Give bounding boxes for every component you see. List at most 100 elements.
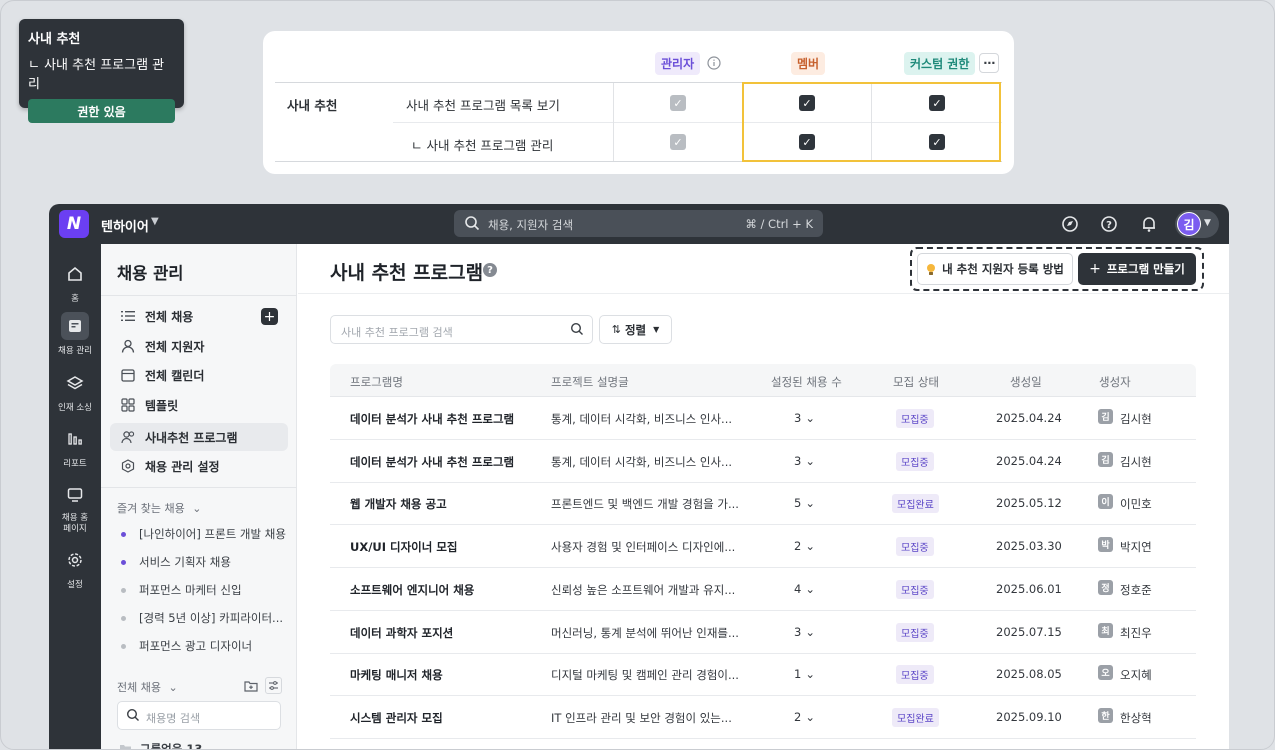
job-count-dropdown[interactable]: 5 ⌄ xyxy=(794,496,815,510)
guide-button-label: 내 추천 지원자 등록 방법 xyxy=(942,262,1064,276)
all-jobs-header[interactable]: 전체 채용 ⌄ xyxy=(117,679,178,695)
app-logo[interactable]: N xyxy=(59,210,89,238)
rail-label: 채용 홈페이지 xyxy=(61,513,89,534)
rail-item-settings[interactable]: 설정 xyxy=(49,546,101,590)
favorite-item[interactable]: 서비스 기획자 채용 xyxy=(121,554,231,570)
program-name: 데이터 분석가 사내 추천 프로그램 xyxy=(350,412,515,426)
sidebar-item-label: 채용 관리 설정 xyxy=(145,459,220,474)
job-count: 5 xyxy=(794,496,802,511)
created-date: 2025.03.30 xyxy=(996,539,1062,554)
dot-icon xyxy=(121,587,126,593)
create-program-button[interactable]: + 프로그램 만들기 xyxy=(1078,253,1196,285)
creator-name: 정호준 xyxy=(1120,582,1152,597)
rail-item-recruit[interactable]: 채용 관리 xyxy=(49,312,101,356)
creator-name: 김시현 xyxy=(1120,412,1152,426)
ellipsis-icon[interactable]: ⋯ xyxy=(979,53,1000,73)
chat-icon[interactable] xyxy=(1060,214,1080,234)
search-placeholder: 채용명 검색 xyxy=(146,712,201,725)
avatar: 이 xyxy=(1098,494,1113,510)
tooltip-title: 사내 추천 xyxy=(28,32,81,47)
main-content: 사내 추천 프로그램 ? 내 추천 지원자 등록 방법 + 프로그램 만들기 사… xyxy=(298,244,1229,749)
bell-icon[interactable] xyxy=(1139,214,1159,234)
favorite-item[interactable]: 퍼포먼스 광고 디자이너 xyxy=(121,638,252,654)
rail-item-home[interactable]: 홈 xyxy=(49,260,101,304)
chevron-down-icon[interactable]: ▼ xyxy=(151,216,159,227)
table-row[interactable]: 웹 개발자 채용 공고 프론트엔드 및 백엔드 개발 경험을 가... 5 ⌄ 모집완료… xyxy=(330,482,1196,526)
table-row[interactable]: 소프트웨어 엔지니어 채용 신뢰성 높은 소프트웨어 개발과 유지... 4 ⌄ 모집중… xyxy=(330,568,1196,611)
creator-name: 최진우 xyxy=(1120,625,1152,640)
new-folder-icon[interactable] xyxy=(244,678,259,693)
job-count-dropdown[interactable]: 3 ⌄ xyxy=(794,454,815,468)
chevron-down-icon: ⌄ xyxy=(168,681,178,694)
gear-icon xyxy=(61,546,89,574)
avatar: 김 xyxy=(1177,212,1201,236)
global-search-input[interactable]: 채용, 지원자 검색 ⌘ / Ctrl + K xyxy=(454,210,823,237)
role-header-custom: 커스텀 권한 ⋯ xyxy=(904,51,1000,75)
sidebar-item-recruit-settings[interactable]: 채용 관리 설정 xyxy=(110,452,288,480)
status-badge: 모집중 xyxy=(896,622,934,642)
permission-granted-badge: 권한 있음 xyxy=(28,99,175,123)
info-circle-icon[interactable] xyxy=(707,56,721,70)
job-count-dropdown[interactable]: 3 ⌄ xyxy=(794,411,815,425)
column-header: 프로그램명 xyxy=(350,375,403,389)
sidebar-item-all-applicants[interactable]: 전체 지원자 xyxy=(110,332,288,360)
help-icon[interactable]: ? xyxy=(1099,214,1119,234)
home-icon xyxy=(61,260,89,288)
job-count-dropdown[interactable]: 2 ⌄ xyxy=(794,710,815,724)
group-none-item[interactable]: 그룹없음 13 xyxy=(119,741,203,750)
favorite-label: [나인하이어] 프론트 개발 채용 xyxy=(139,527,286,541)
filter-settings-icon[interactable] xyxy=(265,677,282,694)
user-menu[interactable]: 김 ▼ xyxy=(1175,210,1219,238)
add-job-button[interactable]: + xyxy=(261,308,278,325)
rail-item-report[interactable]: 리포트 xyxy=(49,425,101,469)
job-count-dropdown[interactable]: 4 ⌄ xyxy=(794,582,815,596)
group-label: 그룹없음 13 xyxy=(140,742,203,750)
table-row[interactable]: 마케팅 매니저 채용 디지털 마케팅 및 캠페인 관리 경험이... 1 ⌄ 모집중 20… xyxy=(330,653,1196,697)
role-custom-label: 커스텀 권한 xyxy=(904,51,976,75)
monitor-icon xyxy=(61,481,89,509)
rail-item-homepage[interactable]: 채용 홈페이지 xyxy=(49,481,101,535)
favorite-item[interactable]: [경력 5년 이상] 카피라이터... xyxy=(121,610,283,626)
org-name[interactable]: 텐하이어 xyxy=(101,216,149,235)
list-icon xyxy=(119,309,137,323)
sidebar-item-templates[interactable]: 템플릿 xyxy=(110,391,288,419)
table-row[interactable]: 데이터 분석가 사내 추천 프로그램 통계, 데이터 시각화, 비즈니스 인사..… xyxy=(330,440,1196,483)
program-description: 통계, 데이터 시각화, 비즈니스 인사... xyxy=(551,454,733,469)
program-name: 데이터 분석가 사내 추천 프로그램 xyxy=(350,454,515,469)
job-count-dropdown[interactable]: 2 ⌄ xyxy=(794,539,815,553)
job-count: 3 xyxy=(794,411,802,425)
tooltip-subtitle: ㄴ 사내 추천 프로그램 관리 xyxy=(28,58,165,92)
favorite-label: 퍼포먼스 마케터 신입 xyxy=(139,583,242,597)
favorites-header[interactable]: 즐겨 찾는 채용 ⌄ xyxy=(117,500,201,516)
search-icon xyxy=(464,215,480,234)
sidebar-item-calendar[interactable]: 전체 캘린더 xyxy=(110,361,288,389)
favorite-item[interactable]: 퍼포먼스 마케터 신입 xyxy=(121,582,242,598)
favorite-label: [경력 5년 이상] 카피라이터... xyxy=(139,611,284,625)
table-row[interactable]: 데이터 분석가 사내 추천 프로그램 통계, 데이터 시각화, 비즈니스 인사..… xyxy=(330,397,1196,440)
chevron-down-icon: ⌄ xyxy=(805,411,815,425)
role-header-member: 멤버 xyxy=(791,51,826,75)
program-search-input[interactable]: 사내 추천 프로그램 검색 xyxy=(330,315,593,344)
table-row[interactable]: UX/UI 디자이너 모집 사용자 경험 및 인터페이스 디자인에... 2 ⌄ 모집중… xyxy=(330,525,1196,569)
rail-label: 채용 관리 xyxy=(58,346,92,356)
job-count-dropdown[interactable]: 3 ⌄ xyxy=(794,625,815,639)
sidebar-item-referral[interactable]: 사내추천 프로그램 xyxy=(110,423,288,451)
status-badge: 모집중 xyxy=(896,409,934,428)
chevron-down-icon: ⌄ xyxy=(805,453,815,468)
rail-item-sourcing[interactable]: 인재 소싱 xyxy=(49,369,101,413)
sidebar-item-label: 전체 지원자 xyxy=(145,339,205,354)
created-date: 2025.08.05 xyxy=(996,667,1062,682)
table-row[interactable]: 시스템 관리자 모집 IT 인프라 관리 및 보안 경험이 있는... 2 ⌄ 모집완료… xyxy=(330,696,1196,739)
program-name: 소프트웨어 엔지니어 채용 xyxy=(350,582,475,597)
referral-guide-button[interactable]: 내 추천 지원자 등록 방법 xyxy=(917,253,1073,285)
favorite-item[interactable]: [나인하이어] 프론트 개발 채용 xyxy=(121,526,286,542)
sort-dropdown[interactable]: ⇅ 정렬 ▼ xyxy=(599,315,672,344)
job-search-input[interactable]: 채용명 검색 xyxy=(117,701,281,730)
search-shortcut: ⌘ / Ctrl + K xyxy=(745,217,813,231)
user-icon xyxy=(119,339,137,353)
program-description: 사용자 경험 및 인터페이스 디자인에... xyxy=(551,540,736,555)
table-row[interactable]: 데이터 과학자 포지션 머신러닝, 통계 분석에 뛰어난 인재를... 3 ⌄ 모집중 2… xyxy=(330,611,1196,654)
program-description: 프론트엔드 및 백엔드 개발 경험을 가... xyxy=(551,497,739,512)
help-icon[interactable]: ? xyxy=(483,263,497,277)
job-count-dropdown[interactable]: 1 ⌄ xyxy=(794,667,815,681)
